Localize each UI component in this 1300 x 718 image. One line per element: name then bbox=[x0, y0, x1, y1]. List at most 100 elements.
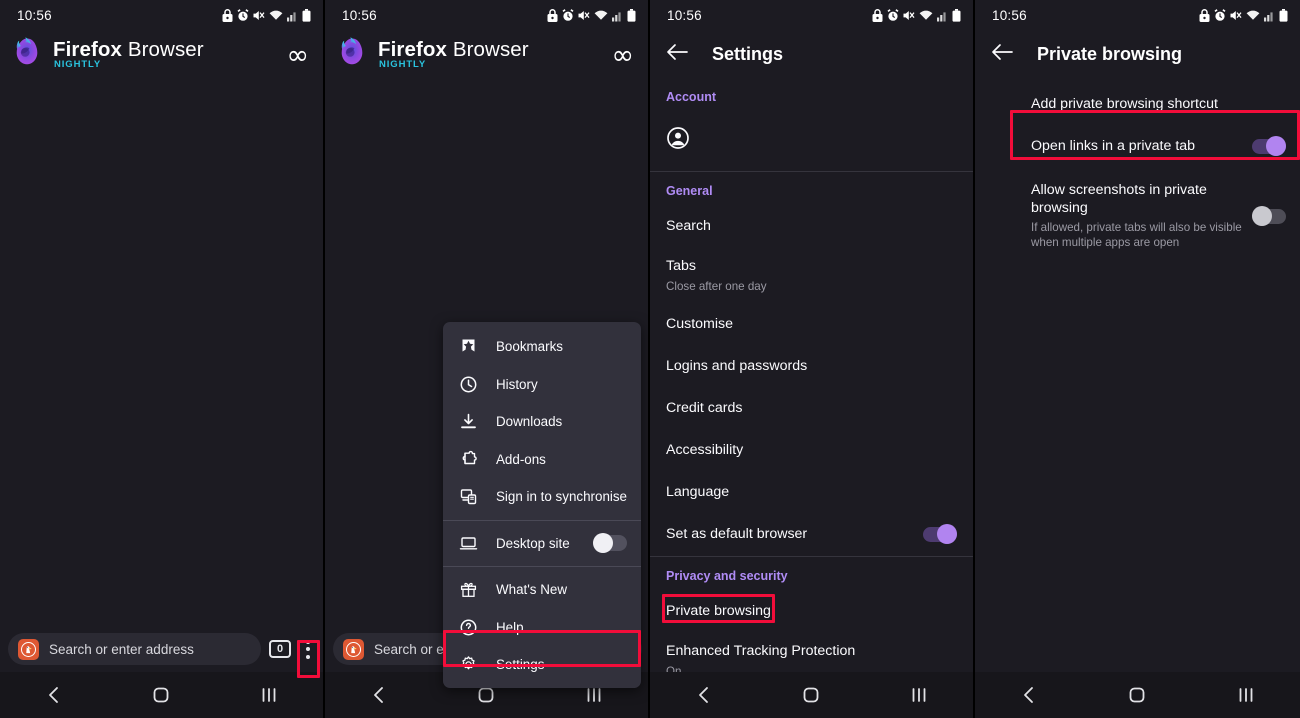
settings-row-set-as-default-browser[interactable]: Set as default browser bbox=[650, 514, 973, 556]
row-subtitle: If allowed, private tabs will also be vi… bbox=[1031, 221, 1242, 250]
mute-icon bbox=[253, 9, 265, 22]
settings-row-account[interactable] bbox=[650, 112, 973, 171]
infinity-icon[interactable]: ∞ bbox=[287, 42, 310, 69]
brand-text: Firefox Browser NIGHTLY bbox=[378, 40, 529, 70]
menu-item-desktop-site[interactable]: Desktop site bbox=[443, 525, 641, 563]
browser-main-menu: Bookmarks History Downloads Add-ons Sign… bbox=[443, 322, 641, 688]
recent-apps-icon[interactable] bbox=[1235, 684, 1257, 706]
search-input[interactable]: Search or enter address bbox=[8, 633, 261, 665]
status-bar: 10:56 bbox=[650, 0, 973, 30]
infinity-icon[interactable]: ∞ bbox=[612, 42, 635, 69]
firefox-nightly-logo-icon bbox=[335, 35, 369, 75]
settings-row-private-browsing[interactable]: Private browsing bbox=[650, 591, 973, 633]
allow-screenshots-toggle[interactable] bbox=[1252, 205, 1286, 226]
wifi-icon bbox=[1246, 9, 1260, 22]
android-nav-bar bbox=[0, 672, 323, 718]
row-title: Enhanced Tracking Protection bbox=[666, 642, 856, 659]
three-dot-menu-icon[interactable] bbox=[299, 632, 317, 666]
settings-row-language[interactable]: Language bbox=[650, 472, 973, 514]
menu-item-label: Desktop site bbox=[496, 535, 570, 551]
back-chevron-icon[interactable] bbox=[43, 684, 65, 706]
signal-icon bbox=[1264, 9, 1275, 22]
wifi-icon bbox=[919, 9, 933, 22]
row-title: Allow screenshots in private browsing bbox=[1031, 181, 1207, 216]
brand-left: Firefox Browser NIGHTLY bbox=[335, 35, 529, 75]
recent-apps-icon[interactable] bbox=[908, 684, 930, 706]
signal-icon bbox=[287, 9, 298, 22]
gift-icon bbox=[459, 580, 478, 599]
back-chevron-icon[interactable] bbox=[693, 684, 715, 706]
menu-item-help[interactable]: Help bbox=[443, 609, 641, 647]
menu-item-label: History bbox=[496, 376, 538, 392]
status-bar-icons bbox=[872, 8, 961, 22]
section-heading-privacy-and-security: Privacy and security bbox=[666, 568, 788, 583]
private-browsing-app-bar: Private browsing bbox=[975, 30, 1300, 78]
recent-apps-icon[interactable] bbox=[258, 684, 280, 706]
status-bar-time: 10:56 bbox=[342, 7, 377, 23]
search-placeholder: Search or enter address bbox=[49, 641, 194, 657]
puzzle-piece-icon bbox=[459, 450, 478, 469]
duckduckgo-icon bbox=[18, 638, 39, 660]
alarm-icon bbox=[887, 8, 899, 22]
tab-counter-button[interactable]: 0 bbox=[269, 640, 291, 658]
menu-item-addons[interactable]: Add-ons bbox=[443, 441, 641, 479]
settings-row-search[interactable]: Search bbox=[650, 206, 973, 248]
settings-row-credit-cards[interactable]: Credit cards bbox=[650, 388, 973, 430]
menu-separator bbox=[443, 519, 641, 521]
brand-channel-label: NIGHTLY bbox=[54, 59, 102, 71]
menu-item-bookmarks[interactable]: Bookmarks bbox=[443, 328, 641, 366]
battery-icon bbox=[1279, 8, 1288, 22]
back-arrow-icon[interactable] bbox=[666, 42, 688, 67]
settings-row-accessibility[interactable]: Accessibility bbox=[650, 430, 973, 472]
home-square-icon[interactable] bbox=[800, 684, 822, 706]
desktop-site-toggle[interactable] bbox=[593, 533, 627, 554]
settings-row-customise[interactable]: Customise bbox=[650, 304, 973, 346]
android-nav-bar bbox=[650, 672, 973, 718]
battery-icon bbox=[627, 8, 636, 22]
settings-row-tabs[interactable]: Tabs Close after one day bbox=[650, 248, 973, 304]
row-title: Tabs bbox=[666, 258, 696, 274]
private-row-open-links-private-tab[interactable]: Open links in a private tab bbox=[975, 124, 1300, 170]
battery-icon bbox=[302, 8, 311, 22]
set-as-default-browser-toggle[interactable] bbox=[923, 524, 957, 545]
home-square-icon[interactable] bbox=[150, 684, 172, 706]
section-heading-general: General bbox=[666, 184, 713, 198]
brand-channel-label: NIGHTLY bbox=[379, 59, 427, 71]
brand-title: Firefox Browser bbox=[53, 38, 204, 62]
row-texts: Logins and passwords bbox=[666, 358, 957, 376]
row-texts: Allow screenshots in private browsing If… bbox=[1031, 182, 1242, 251]
row-texts: Tabs Close after one day bbox=[666, 258, 957, 294]
home-square-icon[interactable] bbox=[1126, 684, 1148, 706]
menu-item-label: What's New bbox=[496, 582, 568, 598]
menu-item-settings[interactable]: Settings bbox=[443, 646, 641, 684]
private-row-allow-screenshots[interactable]: Allow screenshots in private browsing If… bbox=[975, 170, 1300, 261]
row-texts: Credit cards bbox=[666, 400, 957, 418]
row-title: Private browsing bbox=[666, 602, 771, 619]
gear-icon bbox=[459, 655, 478, 674]
menu-item-history[interactable]: History bbox=[443, 366, 641, 404]
mute-icon bbox=[578, 9, 590, 22]
status-bar-icons bbox=[222, 8, 311, 22]
duckduckgo-icon bbox=[343, 638, 364, 660]
menu-item-downloads[interactable]: Downloads bbox=[443, 403, 641, 441]
back-chevron-icon[interactable] bbox=[1018, 684, 1040, 706]
row-title: Logins and passwords bbox=[666, 357, 808, 374]
private-row-add-shortcut[interactable]: Add private browsing shortcut bbox=[975, 78, 1300, 124]
row-texts: Set as default browser bbox=[666, 526, 913, 544]
open-links-in-private-tab-toggle[interactable] bbox=[1252, 136, 1286, 157]
row-title: Search bbox=[666, 218, 711, 235]
status-bar-icons bbox=[1199, 8, 1288, 22]
row-title: Open links in a private tab bbox=[1031, 137, 1196, 154]
row-texts: Accessibility bbox=[666, 442, 957, 460]
row-title: Credit cards bbox=[666, 399, 743, 416]
wifi-icon bbox=[594, 9, 608, 22]
status-bar: 10:56 bbox=[975, 0, 1300, 30]
menu-item-sign-in-to-synchronise[interactable]: Sign in to synchronise bbox=[443, 478, 641, 516]
phone-panel-settings: 10:56 Settings Account General Search Ta… bbox=[650, 0, 975, 718]
back-arrow-icon[interactable] bbox=[991, 42, 1013, 67]
settings-row-logins-and-passwords[interactable]: Logins and passwords bbox=[650, 346, 973, 388]
menu-item-whats-new[interactable]: What's New bbox=[443, 571, 641, 609]
account-avatar-icon bbox=[666, 126, 690, 155]
back-chevron-icon[interactable] bbox=[368, 684, 390, 706]
lock-icon bbox=[872, 8, 883, 22]
